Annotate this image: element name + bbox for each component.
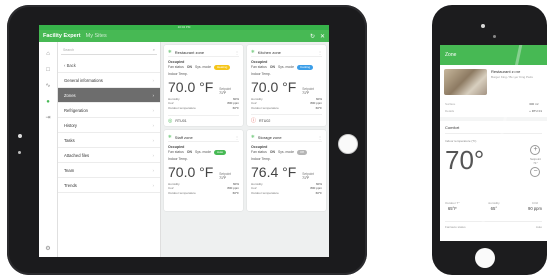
fan-status-row: Fan/auto status Auto <box>445 221 542 229</box>
settings-icon[interactable]: ⚙ <box>45 241 50 257</box>
thermostat-icon: ❄ <box>168 49 172 54</box>
sensor-dot <box>18 151 21 154</box>
setpoint-value: 71°F <box>219 90 227 95</box>
occupancy-status: Occupied <box>251 145 268 149</box>
alert-circle-icon: ⓘ <box>251 118 257 124</box>
occupancy-status: Occupied <box>168 60 185 64</box>
zone-cards-grid: ❄ Restaurant zone ⋮ Occupied Fan status ON … <box>161 42 329 257</box>
zone-card[interactable]: ❄ Storage zone ⋮ Occupied Fan status ON Sys… <box>247 130 326 211</box>
chevron-right-icon: › <box>152 152 155 158</box>
thermostat-icon: ❄ <box>168 134 172 139</box>
panel-title: Comfort <box>445 125 542 134</box>
check-circle-icon: ◎ <box>168 118 173 124</box>
menu-item-refrigeration[interactable]: Refrigeration › <box>58 103 160 118</box>
home-icon[interactable]: ⌂ <box>46 46 50 62</box>
site-summary[interactable]: Restaurant zone Burger King / Burger Kin… <box>440 65 547 101</box>
setpoint-value: 71° <box>533 161 538 165</box>
more-icon[interactable]: ⋮ <box>318 50 322 55</box>
phone-screen: Zone Restaurant zone Burger King / Burge… <box>440 45 547 241</box>
plus-icon[interactable]: + <box>530 145 541 155</box>
more-icon[interactable]: ⋮ <box>235 50 239 55</box>
phone-device: Zone Restaurant zone Burger King / Burge… <box>432 5 547 275</box>
minus-icon[interactable]: − <box>530 167 541 177</box>
indoor-temperature: 76.4 °F <box>251 163 297 180</box>
chevron-right-icon: › <box>152 167 155 173</box>
app-header: Facility Expert My Sites ↻ ✕ <box>39 30 329 42</box>
setpoint-value: 71°F <box>302 175 310 180</box>
menu-item-general[interactable]: General informations › <box>58 73 160 88</box>
setpoint-value: 71°F <box>302 90 310 95</box>
chevron-right-icon: › <box>152 77 155 83</box>
thermostat-icon: ❄ <box>251 49 255 54</box>
mode-badge: Auto <box>213 150 227 155</box>
setpoint-value: 71°F <box>219 175 227 180</box>
indoor-temperature: 70.0 °F <box>168 163 214 180</box>
site-title: Restaurant zone <box>491 69 521 74</box>
phone-header: Zone <box>440 45 547 65</box>
camera-dot <box>18 134 22 138</box>
chevron-right-icon: › <box>152 137 155 143</box>
zone-title: Storage zone <box>257 134 282 140</box>
chevron-right-icon: › <box>152 122 155 128</box>
home-button[interactable] <box>475 248 495 268</box>
occupancy-status: Occupied <box>168 145 185 149</box>
icon-rail: ⌂ □ ∿ ● ⇥ ⚙ <box>39 42 58 257</box>
home-button[interactable] <box>338 134 358 154</box>
sensor-dot <box>493 35 496 38</box>
calendar-icon[interactable]: □ <box>46 62 50 78</box>
close-icon[interactable]: ✕ <box>320 33 325 40</box>
zone-card[interactable]: ❄ Staff zone ⋮ Occupied Fan status ON Sys. … <box>164 130 243 211</box>
mode-badge: Heating <box>213 65 231 70</box>
setpoint-control: + Setpoint 71° − <box>529 145 541 177</box>
menu-item-trends[interactable]: Trends › <box>58 178 160 193</box>
site-meta: Surface 300 m² Details + RTU 01 <box>440 101 547 117</box>
search-input[interactable]: Search ⌕ <box>61 45 157 55</box>
chevron-right-icon: › <box>152 92 155 98</box>
zone-title: Kitchen zone <box>257 49 281 55</box>
tablet-device: 10:04 PM Facility Expert My Sites ↻ ✕ ⌂ … <box>7 5 367 275</box>
menu-item-tasks[interactable]: Tasks › <box>58 133 160 148</box>
mode-badge: Cooling <box>296 65 314 70</box>
chevron-right-icon: › <box>152 182 155 188</box>
refresh-icon[interactable]: ↻ <box>310 33 315 40</box>
indoor-temperature: 70.0 °F <box>251 78 297 95</box>
thermostat-icon: ❄ <box>251 134 255 139</box>
menu-item-team[interactable]: Team › <box>58 163 160 178</box>
menu-item-history[interactable]: History › <box>58 118 160 133</box>
more-icon[interactable]: ⋮ <box>235 135 239 140</box>
search-icon: ⌕ <box>152 47 155 52</box>
indoor-temperature: 70.0 °F <box>168 78 214 95</box>
back-button[interactable]: ‹ Back <box>58 58 160 73</box>
app-title: Facility Expert <box>43 33 81 39</box>
occupancy-status: Occupied <box>251 60 268 64</box>
restaurant-photo <box>444 69 487 95</box>
readings-row: Outdoor T° 65°F Humidity 65° CO2 90 ppm <box>445 201 542 211</box>
side-menu: Search ⌕ ‹ Back General informations › Zo… <box>58 42 161 257</box>
more-icon[interactable]: ⋮ <box>318 135 322 140</box>
camera-dot <box>481 24 485 28</box>
zone-title: Restaurant zone <box>174 49 205 55</box>
zone-title: Staff zone <box>174 134 193 140</box>
zone-card[interactable]: ❄ Kitchen zone ⋮ Occupied Fan status ON Sys… <box>247 45 326 126</box>
comfort-panel: Comfort Indoor temperature (°F) 70° + Se… <box>440 121 547 241</box>
chevron-right-icon: › <box>152 107 155 113</box>
location-pin-icon[interactable]: ● <box>46 94 50 110</box>
device-row[interactable]: ⓘ RTU02 <box>251 114 322 124</box>
mode-badge: Off <box>296 150 307 155</box>
zone-card[interactable]: ❄ Restaurant zone ⋮ Occupied Fan status ON … <box>164 45 243 126</box>
device-row[interactable]: ◎ RTU01 <box>168 115 239 124</box>
tablet-screen: 10:04 PM Facility Expert My Sites ↻ ✕ ⌂ … <box>39 25 329 257</box>
site-selector[interactable]: My Sites <box>86 33 107 39</box>
menu-item-zones[interactable]: Zones › <box>58 88 160 103</box>
menu-item-attached-files[interactable]: Attached files › <box>58 148 160 163</box>
logout-icon[interactable]: ⇥ <box>45 110 50 126</box>
chart-icon[interactable]: ∿ <box>45 78 50 94</box>
